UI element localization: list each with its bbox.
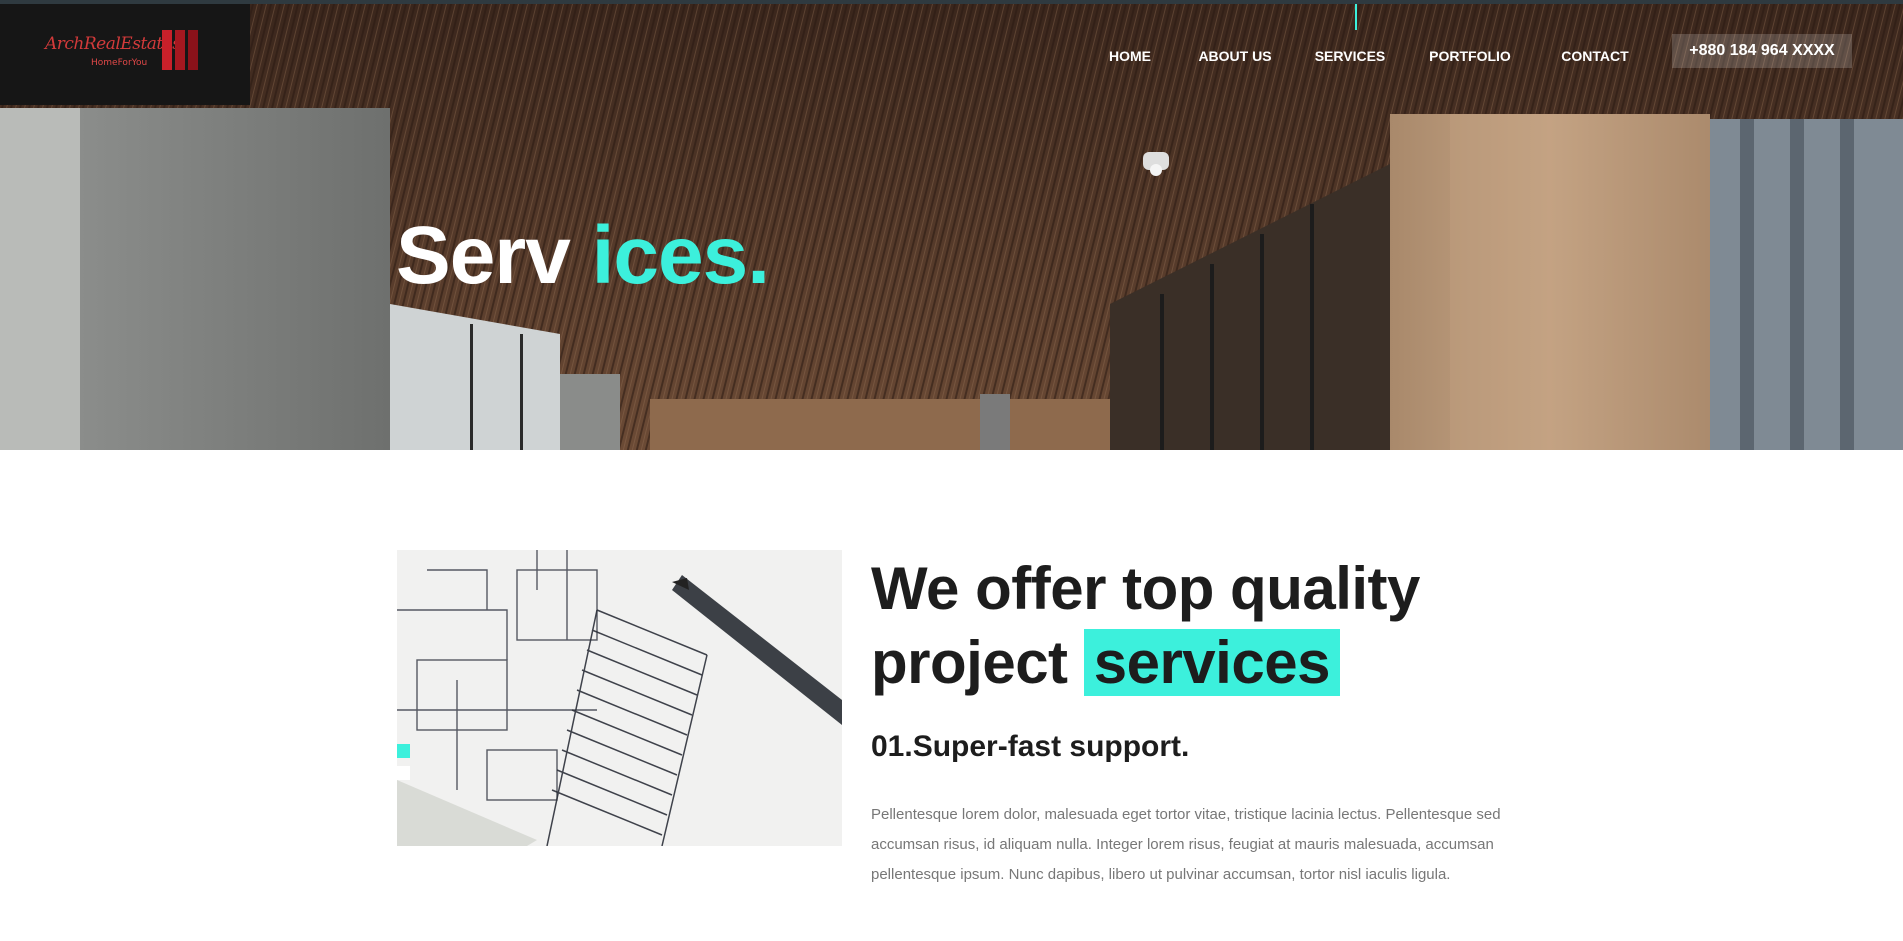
hero-background-image bbox=[0, 4, 1903, 450]
hero-banner bbox=[0, 4, 1903, 450]
side-accent-square-white bbox=[397, 766, 410, 780]
page-title: Serv ices. bbox=[396, 210, 770, 302]
headline-line1: We offer top quality bbox=[871, 555, 1420, 622]
nav-active-indicator bbox=[1355, 4, 1357, 30]
headline-highlight: services bbox=[1083, 629, 1340, 696]
page-title-white: Serv bbox=[396, 210, 571, 301]
nav-about-us[interactable]: ABOUT US bbox=[1170, 46, 1300, 66]
logo-bars-icon bbox=[162, 29, 198, 70]
phone-number-button[interactable]: +880 184 964 XXXX bbox=[1672, 34, 1852, 68]
blueprint-image bbox=[397, 550, 842, 846]
feature-paragraph: Pellentesque lorem dolor, malesuada eget… bbox=[871, 806, 1501, 883]
site-logo[interactable]: ArchRealEstates HomeForYou bbox=[0, 4, 250, 105]
nav-portfolio[interactable]: PORTFOLIO bbox=[1400, 46, 1540, 66]
headline-line2: project bbox=[871, 629, 1084, 696]
logo-tagline: HomeForYou bbox=[91, 57, 148, 68]
side-accent-square bbox=[397, 744, 410, 758]
nav-contact[interactable]: CONTACT bbox=[1540, 46, 1650, 66]
nav-services[interactable]: SERVICES bbox=[1300, 46, 1400, 66]
logo-text: ArchRealEstates bbox=[45, 33, 181, 54]
feature-subheading: 01.Super-fast support. bbox=[871, 730, 1190, 763]
section-headline: We offer top quality project services bbox=[871, 552, 1571, 700]
nav-home[interactable]: HOME bbox=[1090, 46, 1170, 66]
page-title-accent: ices. bbox=[591, 210, 770, 301]
main-nav: HOME ABOUT US SERVICES PORTFOLIO CONTACT bbox=[1090, 46, 1650, 66]
